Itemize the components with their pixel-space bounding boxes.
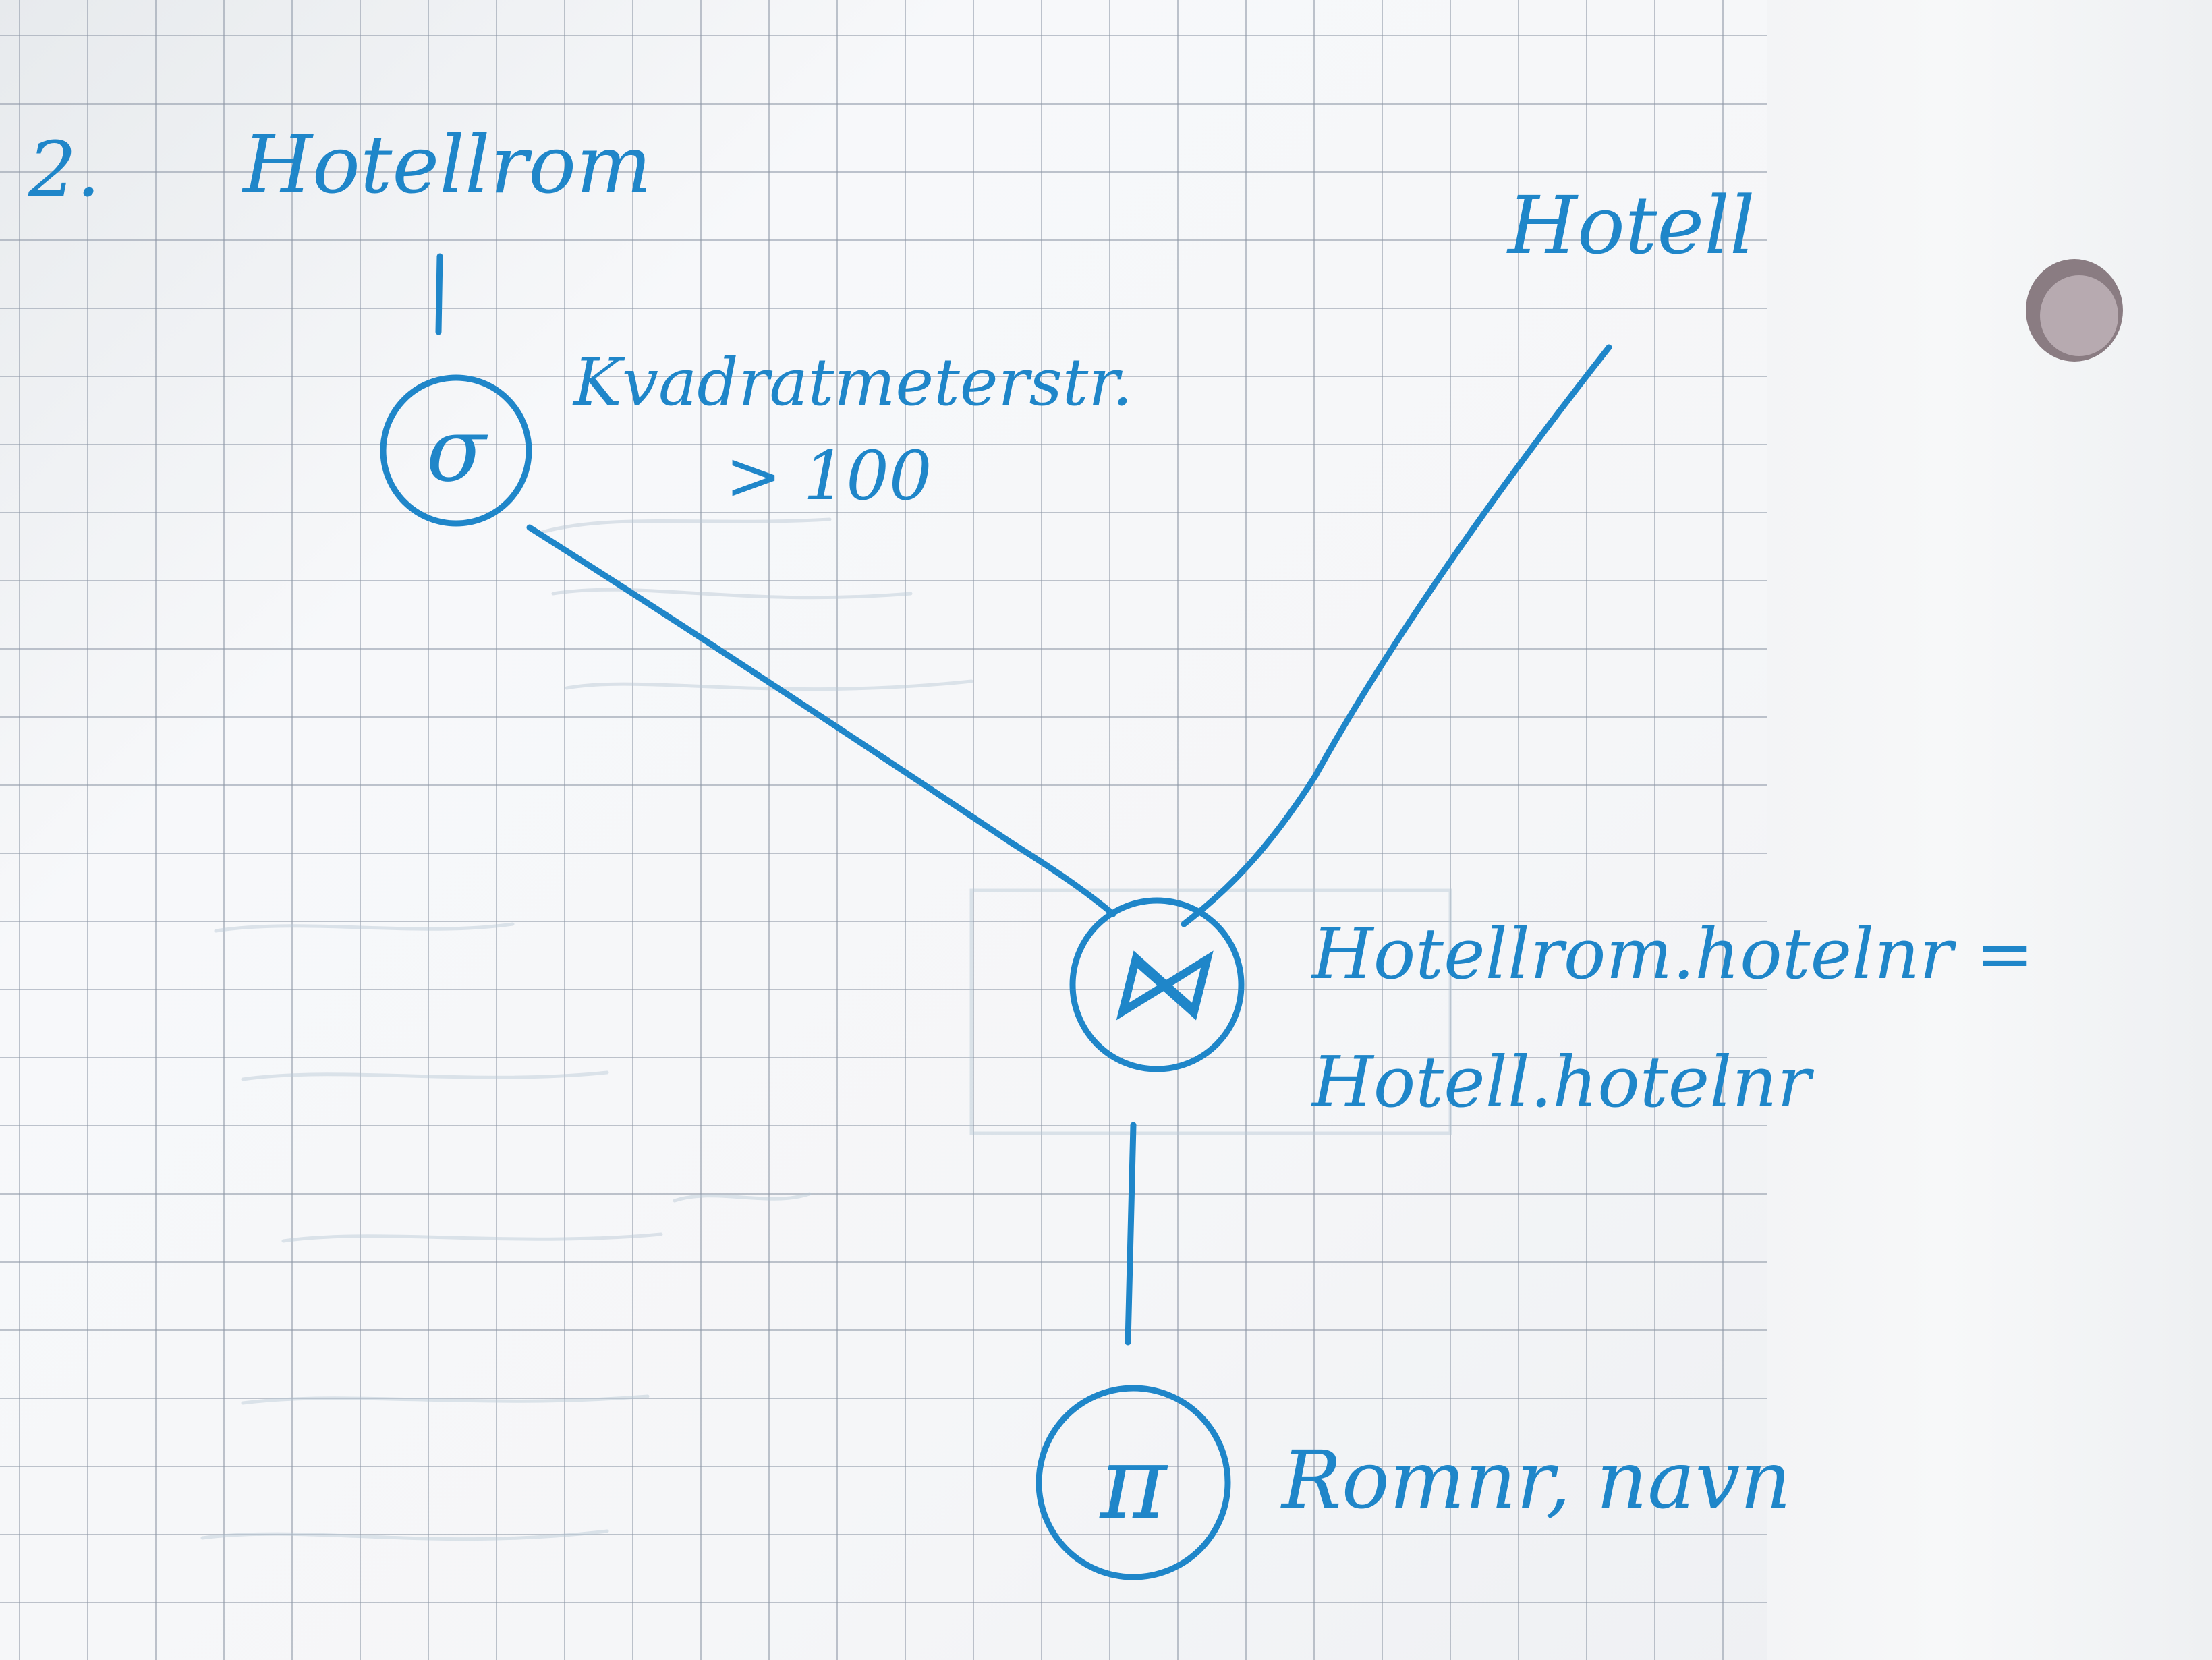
join-condition-right: Hotell.hotelnr [1311,1041,1814,1123]
selection-condition-value: > 100 [725,436,932,515]
sigma-icon: σ [426,399,488,501]
exercise-number: 2. [28,126,101,214]
join-condition-left: Hotellrom.hotelnr = [1311,913,2034,995]
join-icon: ⋈ [1106,924,1214,1041]
relational-algebra-tree: 2. Hotellrom Hotell σ Kvadratmeterstr. >… [28,118,2034,1580]
selection-condition-attribute: Kvadratmeterstr. [572,345,1133,420]
edge-selection-to-join [526,524,1116,917]
projection-attributes: Romnr, navn [1280,1433,1791,1526]
edge-join-to-projection [1125,1122,1137,1346]
edge-hotell-to-join [1181,344,1612,927]
relation-label-hotell: Hotell [1506,179,1755,272]
edge-hotellrom-to-selection [435,253,443,335]
pi-icon: π [1099,1425,1168,1542]
relation-label-hotellrom: Hotellrom [242,118,652,211]
notebook-page: 2. Hotellrom Hotell σ Kvadratmeterstr. >… [0,0,2212,1660]
